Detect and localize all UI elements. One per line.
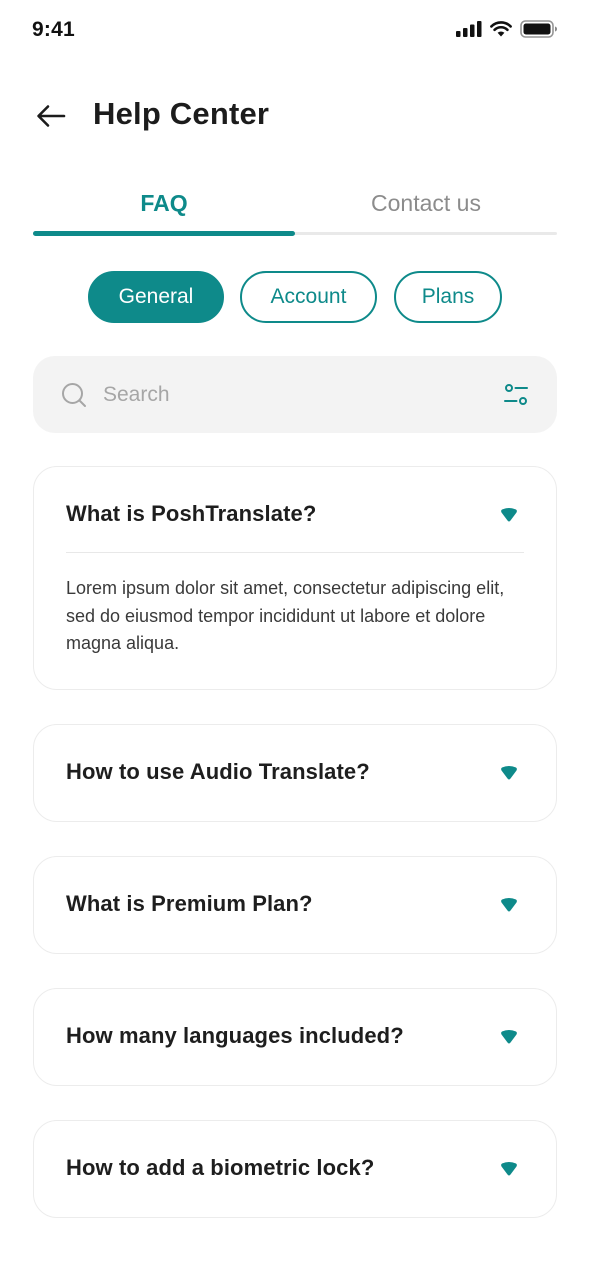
faq-item: How to use Audio Translate? <box>33 724 557 822</box>
wifi-icon <box>490 21 512 37</box>
caret-down-icon <box>501 1162 517 1176</box>
back-button[interactable] <box>34 100 68 132</box>
battery-icon <box>520 20 557 38</box>
chip-plans[interactable]: Plans <box>394 271 502 323</box>
faq-item: What is Premium Plan? <box>33 856 557 954</box>
caret-down-icon <box>501 508 517 522</box>
chip-account[interactable]: Account <box>240 271 377 323</box>
caret-down-icon <box>501 898 517 912</box>
caret-down-icon <box>501 766 517 780</box>
tab-active-indicator <box>33 231 295 236</box>
faq-answer: Lorem ipsum dolor sit amet, consectetur … <box>66 578 505 653</box>
status-icons <box>456 20 558 38</box>
faq-question: What is Premium Plan? <box>66 891 313 916</box>
faq-question-toggle[interactable]: What is Premium Plan? <box>34 857 556 955</box>
search-icon <box>62 383 86 407</box>
page-title: Help Center <box>93 96 270 131</box>
faq-question: How to use Audio Translate? <box>66 759 370 784</box>
status-time: 9:41 <box>32 18 75 41</box>
signal-icon <box>456 21 482 37</box>
faq-divider <box>66 552 524 553</box>
tab-bar: FAQ Contact us <box>33 178 557 238</box>
filter-icon[interactable] <box>503 382 529 408</box>
faq-question-toggle[interactable]: How to use Audio Translate? <box>34 725 556 823</box>
faq-item: What is PoshTranslate? Lorem ipsum dolor… <box>33 466 557 690</box>
chip-general[interactable]: General <box>88 271 224 323</box>
tab-contact-us[interactable]: Contact us <box>295 178 557 228</box>
caret-down-icon <box>501 1030 517 1044</box>
search-input[interactable] <box>103 374 483 416</box>
faq-question-toggle[interactable]: What is PoshTranslate? <box>34 467 556 565</box>
status-bar: 9:41 <box>0 0 590 62</box>
faq-question: How many languages included? <box>66 1023 404 1048</box>
search-bar <box>33 356 557 433</box>
faq-question-toggle[interactable]: How to add a biometric lock? <box>34 1121 556 1219</box>
arrow-left-icon <box>37 105 66 127</box>
faq-question: What is PoshTranslate? <box>66 501 317 526</box>
tab-faq[interactable]: FAQ <box>33 178 295 228</box>
category-chips: General Account Plans <box>0 271 590 323</box>
faq-question: How to add a biometric lock? <box>66 1155 375 1180</box>
header: Help Center <box>0 88 590 144</box>
faq-item: How many languages included? <box>33 988 557 1086</box>
faq-item: How to add a biometric lock? <box>33 1120 557 1218</box>
faq-question-toggle[interactable]: How many languages included? <box>34 989 556 1087</box>
